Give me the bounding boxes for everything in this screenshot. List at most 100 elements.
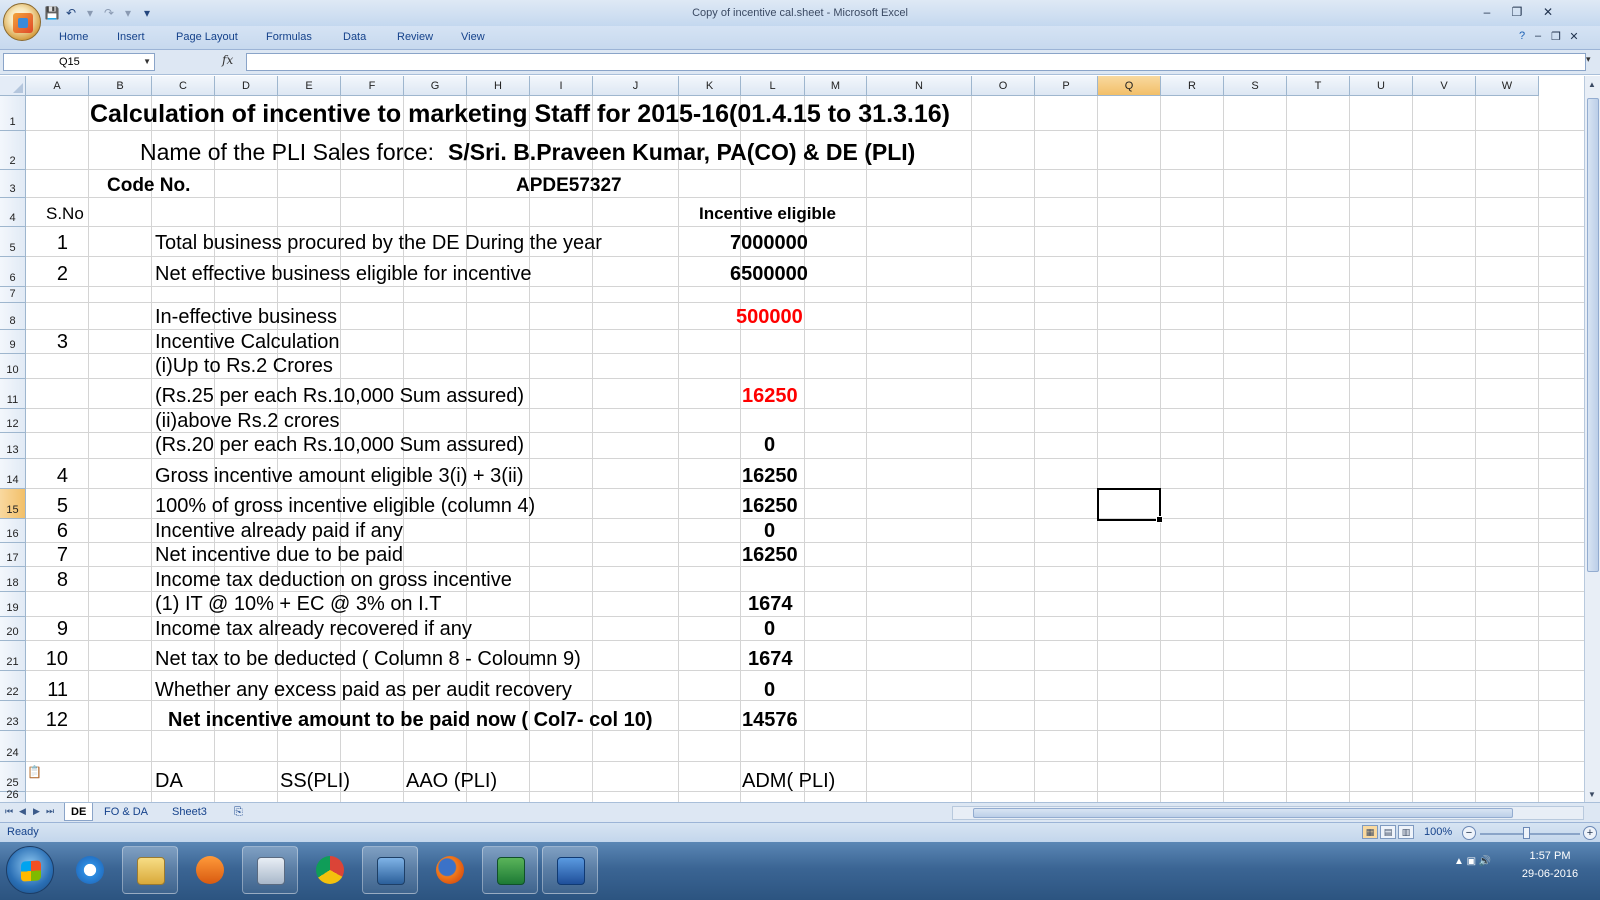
item-desc[interactable]: (i)Up to Rs.2 Crores <box>155 356 333 376</box>
column-header-d[interactable]: D <box>215 76 278 96</box>
column-header-r[interactable]: R <box>1161 76 1224 96</box>
insert-sheet-icon[interactable]: ⎘ <box>228 803 249 821</box>
sales-force-label[interactable]: Name of the PLI Sales force: <box>140 141 434 164</box>
item-desc[interactable]: Income tax already recovered if any <box>155 619 472 639</box>
tab-review[interactable]: Review <box>397 31 433 43</box>
row-header-8[interactable]: 8 <box>0 303 26 330</box>
row-header-18[interactable]: 18 <box>0 567 26 592</box>
taskbar-excel[interactable] <box>482 846 538 894</box>
item-sno[interactable]: 2 <box>57 264 68 284</box>
item-value[interactable]: 6500000 <box>730 264 808 284</box>
item-value[interactable]: 0 <box>764 680 775 700</box>
column-header-v[interactable]: V <box>1413 76 1476 96</box>
taskbar-word[interactable] <box>542 846 598 894</box>
worksheet-grid[interactable]: ABCDEFGHIJKLMNOPQRSTUVW 1 2 3 4 5 6 7 8 9 10 11 12 1… <box>0 76 1584 802</box>
item-sno[interactable]: 4 <box>57 466 68 486</box>
tab-page-layout[interactable]: Page Layout <box>176 31 238 43</box>
row-header-19[interactable]: 19 <box>0 592 26 617</box>
item-sno[interactable]: 1 <box>57 233 68 253</box>
scroll-up-icon[interactable]: ▲ <box>1588 80 1596 89</box>
tab-insert[interactable]: Insert <box>117 31 145 43</box>
item-desc[interactable]: Incentive Calculation <box>155 332 340 352</box>
prev-sheet-icon[interactable]: ◀ <box>19 806 26 817</box>
normal-view-icon[interactable]: ▦ <box>1362 825 1378 839</box>
item-value[interactable]: 0 <box>764 435 775 455</box>
formula-input[interactable] <box>246 53 1586 71</box>
tab-formulas[interactable]: Formulas <box>266 31 312 43</box>
signature-adm[interactable]: ADM( PLI) <box>742 771 835 791</box>
taskbar-calculator[interactable] <box>242 846 298 894</box>
column-header-h[interactable]: H <box>467 76 530 96</box>
clock-time[interactable]: 1:57 PM <box>1512 850 1588 862</box>
taskbar-media-player[interactable] <box>182 846 238 894</box>
system-tray-icons[interactable]: ▲ ▣ 🔊 <box>1454 856 1491 867</box>
tab-home[interactable]: Home <box>59 31 88 43</box>
sheet-tab-fo-da[interactable]: FO & DA <box>98 803 154 821</box>
incentive-header[interactable]: Incentive eligible <box>699 205 836 222</box>
column-header-w[interactable]: W <box>1476 76 1539 96</box>
item-sno[interactable]: 6 <box>57 521 68 541</box>
column-header-s[interactable]: S <box>1224 76 1287 96</box>
column-header-m[interactable]: M <box>805 76 867 96</box>
sheet-title[interactable]: Calculation of incentive to marketing St… <box>90 102 950 127</box>
select-all-button[interactable] <box>0 76 26 96</box>
item-value[interactable]: 1674 <box>748 594 793 614</box>
item-value-highlight[interactable]: 500000 <box>736 307 803 327</box>
row-header-3[interactable]: 3 <box>0 170 26 198</box>
row-header-6[interactable]: 6 <box>0 257 26 287</box>
sno-header[interactable]: S.No <box>46 205 84 222</box>
row-header-7[interactable]: 7 <box>0 287 26 303</box>
close-button[interactable]: ✕ <box>1535 2 1561 22</box>
paste-options-icon[interactable]: 📋 <box>27 766 42 778</box>
office-button[interactable] <box>3 3 41 41</box>
item-value-highlight[interactable]: 16250 <box>742 386 798 406</box>
horizontal-scroll-thumb[interactable] <box>973 808 1513 818</box>
sales-force-name[interactable]: S/Sri. B.Praveen Kumar, PA(CO) & DE (PLI… <box>448 141 915 164</box>
item-value[interactable]: 16250 <box>742 545 798 565</box>
row-header-26[interactable]: 26 <box>0 789 26 802</box>
row-header-11[interactable]: 11 <box>0 379 26 409</box>
row-header-22[interactable]: 22 <box>0 671 26 701</box>
item-desc[interactable]: Net tax to be deducted ( Column 8 - Colo… <box>155 649 581 669</box>
item-value[interactable]: 16250 <box>742 466 798 486</box>
column-header-o[interactable]: O <box>972 76 1035 96</box>
tab-data[interactable]: Data <box>343 31 366 43</box>
item-sno[interactable]: 3 <box>57 332 68 352</box>
taskbar-file-explorer[interactable] <box>122 846 178 894</box>
start-button[interactable] <box>6 846 54 894</box>
signature-da[interactable]: DA <box>155 771 183 791</box>
row-header-12[interactable]: 12 <box>0 409 26 433</box>
item-sno[interactable]: 5 <box>57 496 68 516</box>
item-value[interactable]: 1674 <box>748 649 793 669</box>
zoom-out-icon[interactable]: − <box>1462 826 1476 840</box>
row-header-9[interactable]: 9 <box>0 330 26 354</box>
workbook-minimize-button[interactable]: – <box>1530 30 1546 42</box>
item-desc[interactable]: Whether any excess paid as per audit rec… <box>155 680 572 700</box>
row-header-2[interactable]: 2 <box>0 131 26 170</box>
column-header-n[interactable]: N <box>867 76 972 96</box>
item-sno[interactable]: 9 <box>57 619 68 639</box>
workbook-close-button[interactable]: ✕ <box>1566 30 1582 43</box>
item-desc[interactable]: Total business procured by the DE During… <box>155 233 602 253</box>
row-header-15[interactable]: 15 <box>0 489 26 519</box>
taskbar-internet-explorer[interactable] <box>62 846 118 894</box>
item-desc[interactable]: 100% of gross incentive eligible (column… <box>155 496 535 516</box>
first-sheet-icon[interactable]: ⏮ <box>5 806 13 817</box>
name-box[interactable]: Q15 ▼ <box>3 53 155 71</box>
signature-ss[interactable]: SS(PLI) <box>280 771 350 791</box>
row-header-5[interactable]: 5 <box>0 227 26 257</box>
sheet-tab-de[interactable]: DE <box>64 803 94 821</box>
item-value[interactable]: 0 <box>764 619 775 639</box>
item-desc[interactable]: (Rs.25 per each Rs.10,000 Sum assured) <box>155 386 524 406</box>
vertical-scroll-thumb[interactable] <box>1587 98 1599 572</box>
last-sheet-icon[interactable]: ⏭ <box>46 806 54 817</box>
next-sheet-icon[interactable]: ▶ <box>33 806 40 817</box>
column-header-e[interactable]: E <box>278 76 341 96</box>
item-desc[interactable]: (ii)above Rs.2 crores <box>155 411 340 431</box>
item-sno[interactable]: 11 <box>47 680 68 700</box>
zoom-level[interactable]: 100% <box>1424 826 1452 838</box>
row-header-1[interactable]: 1 <box>0 96 26 131</box>
workbook-restore-button[interactable]: ❐ <box>1548 30 1564 43</box>
tab-view[interactable]: View <box>461 31 485 43</box>
code-label[interactable]: Code No. <box>107 176 190 195</box>
